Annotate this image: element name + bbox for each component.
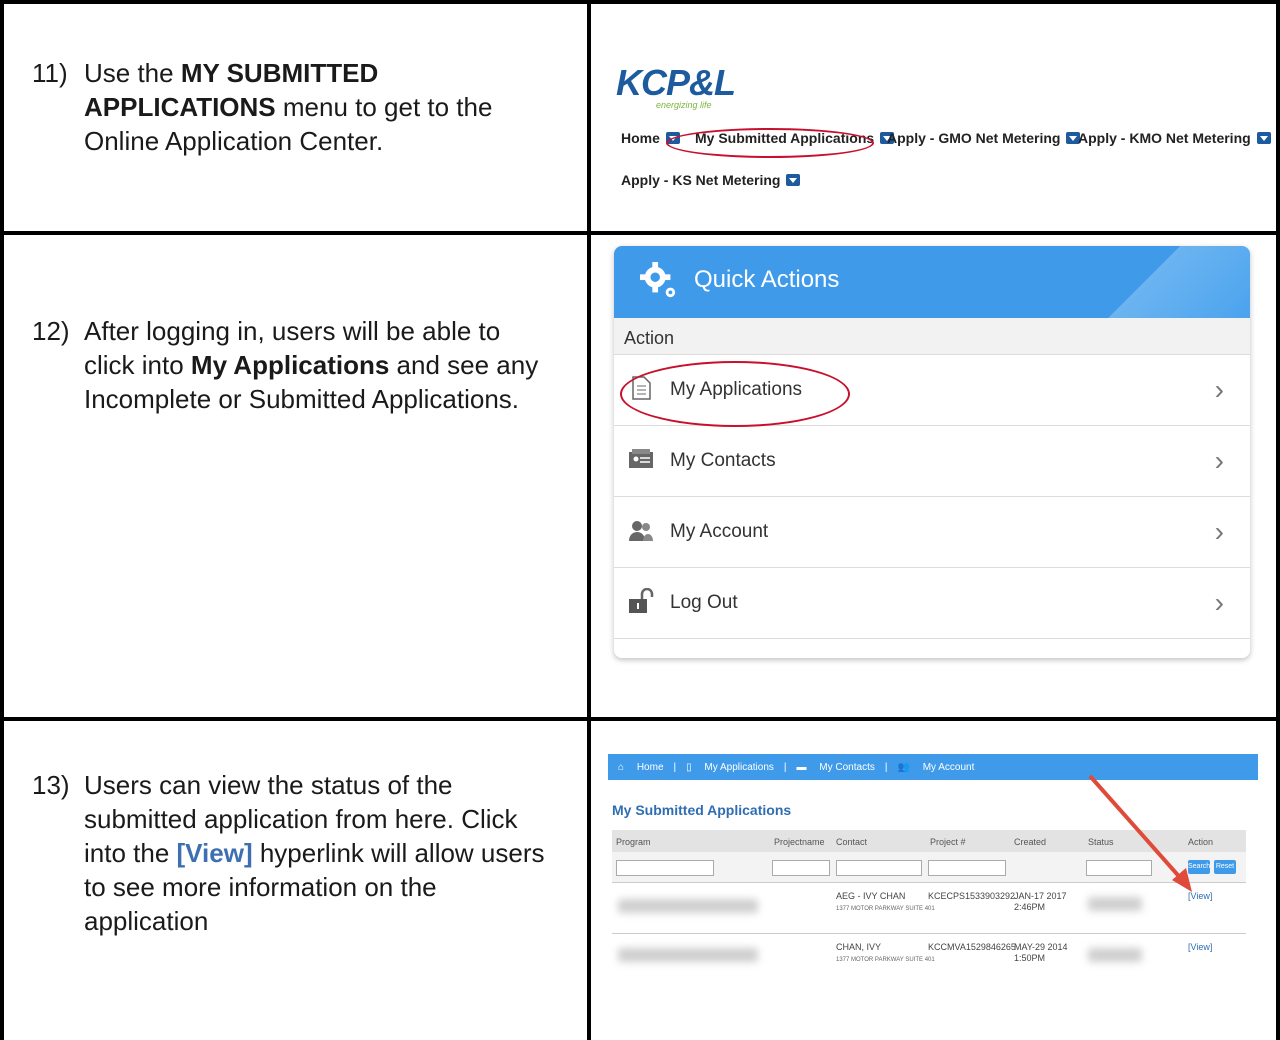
- nav-label: My Applications: [704, 761, 774, 773]
- table-border-mid: [587, 0, 591, 1040]
- instruction-table: 11) Use the MY SUBMITTED APPLICATIONS me…: [0, 0, 1280, 1040]
- row-divider-2: [0, 717, 1280, 721]
- chevron-right-icon: ›: [1214, 374, 1224, 405]
- contact-name: AEG - IVY CHAN: [836, 891, 906, 901]
- nav-my-contacts[interactable]: ▬ My Contacts: [797, 762, 875, 773]
- gears-icon: [640, 262, 676, 298]
- nav-my-applications[interactable]: ▯ My Applications: [686, 762, 774, 773]
- table-border-right: [1276, 0, 1280, 1040]
- step-12-text: 12) After logging in, users will be able…: [32, 314, 552, 416]
- page-title: My Submitted Applications: [612, 802, 792, 818]
- project-filter-input[interactable]: [928, 860, 1006, 876]
- step-text: Use the: [84, 58, 181, 88]
- redacted-status: [1088, 948, 1142, 962]
- column-header: Created: [1014, 837, 1047, 847]
- program-filter-input[interactable]: [616, 860, 714, 876]
- nav-label: Home: [621, 130, 660, 146]
- created-time: 2:46PM: [1014, 902, 1046, 912]
- highlight-circle: [620, 361, 850, 427]
- nav-home[interactable]: ⌂ Home: [618, 762, 664, 773]
- step-number: 11): [32, 58, 68, 88]
- action-subheader: Action: [614, 318, 1250, 355]
- table-border-top: [0, 0, 1280, 4]
- nav-separator: |: [673, 761, 677, 773]
- quick-actions-title: Quick Actions: [694, 266, 840, 293]
- view-link-text: [View]: [176, 838, 253, 868]
- nav-label: My Account: [922, 761, 975, 773]
- quick-action-my-contacts[interactable]: My Contacts ›: [614, 426, 1250, 497]
- created-time: 1:50PM: [1014, 953, 1046, 963]
- quick-actions-panel: Quick Actions Action My Applications › M…: [614, 246, 1250, 658]
- chevron-right-icon: ›: [1214, 516, 1224, 547]
- nav-apply-kmo[interactable]: Apply - KMO Net Metering: [1078, 130, 1271, 146]
- nav-separator: |: [783, 761, 787, 773]
- contact-filter-input[interactable]: [836, 860, 922, 876]
- redacted-program: [618, 899, 758, 913]
- redacted-program: [618, 948, 758, 962]
- step-13-text: 13) Users can view the status of the sub…: [32, 768, 552, 938]
- nav-label: Apply - KS Net Metering: [621, 172, 781, 188]
- quick-action-my-account[interactable]: My Account ›: [614, 497, 1250, 568]
- contacts-card-icon: [629, 449, 653, 468]
- logo-tagline: energizing life: [656, 100, 712, 110]
- created-date: MAY-29 2014: [1014, 942, 1068, 952]
- step-bold: My Applications: [190, 350, 390, 380]
- dropdown-icon: [786, 174, 801, 186]
- dropdown-icon: [1256, 132, 1271, 144]
- nav-separator: |: [884, 761, 888, 773]
- quick-actions-header: Quick Actions: [614, 246, 1250, 318]
- chevron-right-icon: ›: [1214, 587, 1224, 618]
- nav-label: Apply - GMO Net Metering: [887, 130, 1061, 146]
- column-header: Project #: [930, 837, 966, 847]
- table-row: CHAN, IVY 1377 MOTOR PARKWAY SUITE 401 KC…: [612, 933, 1246, 984]
- quick-action-label: My Contacts: [670, 450, 776, 471]
- column-header: Contact: [836, 837, 868, 847]
- contact-address: 1377 MOTOR PARKWAY SUITE 401: [836, 957, 935, 963]
- step-number: 12): [32, 316, 70, 346]
- view-link[interactable]: [View]: [1188, 942, 1212, 952]
- quick-action-log-out[interactable]: Log Out ›: [614, 568, 1250, 639]
- project-number: KCCMVA1529846265: [928, 942, 1016, 952]
- chevron-right-icon: ›: [1214, 445, 1224, 476]
- contact-address: 1377 MOTOR PARKWAY SUITE 401: [836, 906, 935, 912]
- quick-action-label: My Account: [670, 521, 769, 542]
- created-date: JAN-17 2017: [1014, 891, 1067, 901]
- step-number: 13): [32, 770, 70, 800]
- kcpl-logo: KCP&L energizing life: [616, 62, 756, 122]
- logo-text: KCP&L: [616, 62, 736, 103]
- nav-apply-gmo[interactable]: Apply - GMO Net Metering: [887, 130, 1081, 146]
- highlight-circle: [666, 128, 874, 158]
- unlock-icon: [629, 588, 654, 613]
- quick-action-label: Log Out: [670, 592, 738, 613]
- nav-label: Home: [636, 761, 664, 773]
- contact-name: CHAN, IVY: [836, 942, 882, 952]
- projectname-filter-input[interactable]: [772, 860, 830, 876]
- red-arrow-icon: [1088, 774, 1192, 892]
- row-divider-1: [0, 231, 1280, 235]
- users-icon: [629, 521, 653, 541]
- nav-label: My Contacts: [819, 761, 875, 773]
- step-11-text: 11) Use the MY SUBMITTED APPLICATIONS me…: [32, 56, 552, 158]
- column-header: Projectname: [774, 837, 825, 847]
- nav-my-account[interactable]: 👥 My Account: [897, 762, 974, 773]
- column-header: Program: [616, 837, 651, 847]
- nav-apply-ks[interactable]: Apply - KS Net Metering: [621, 172, 801, 188]
- project-number: KCECPS1533903292: [928, 891, 1016, 901]
- nav-label: Apply - KMO Net Metering: [1078, 130, 1251, 146]
- table-border-left: [0, 0, 4, 1040]
